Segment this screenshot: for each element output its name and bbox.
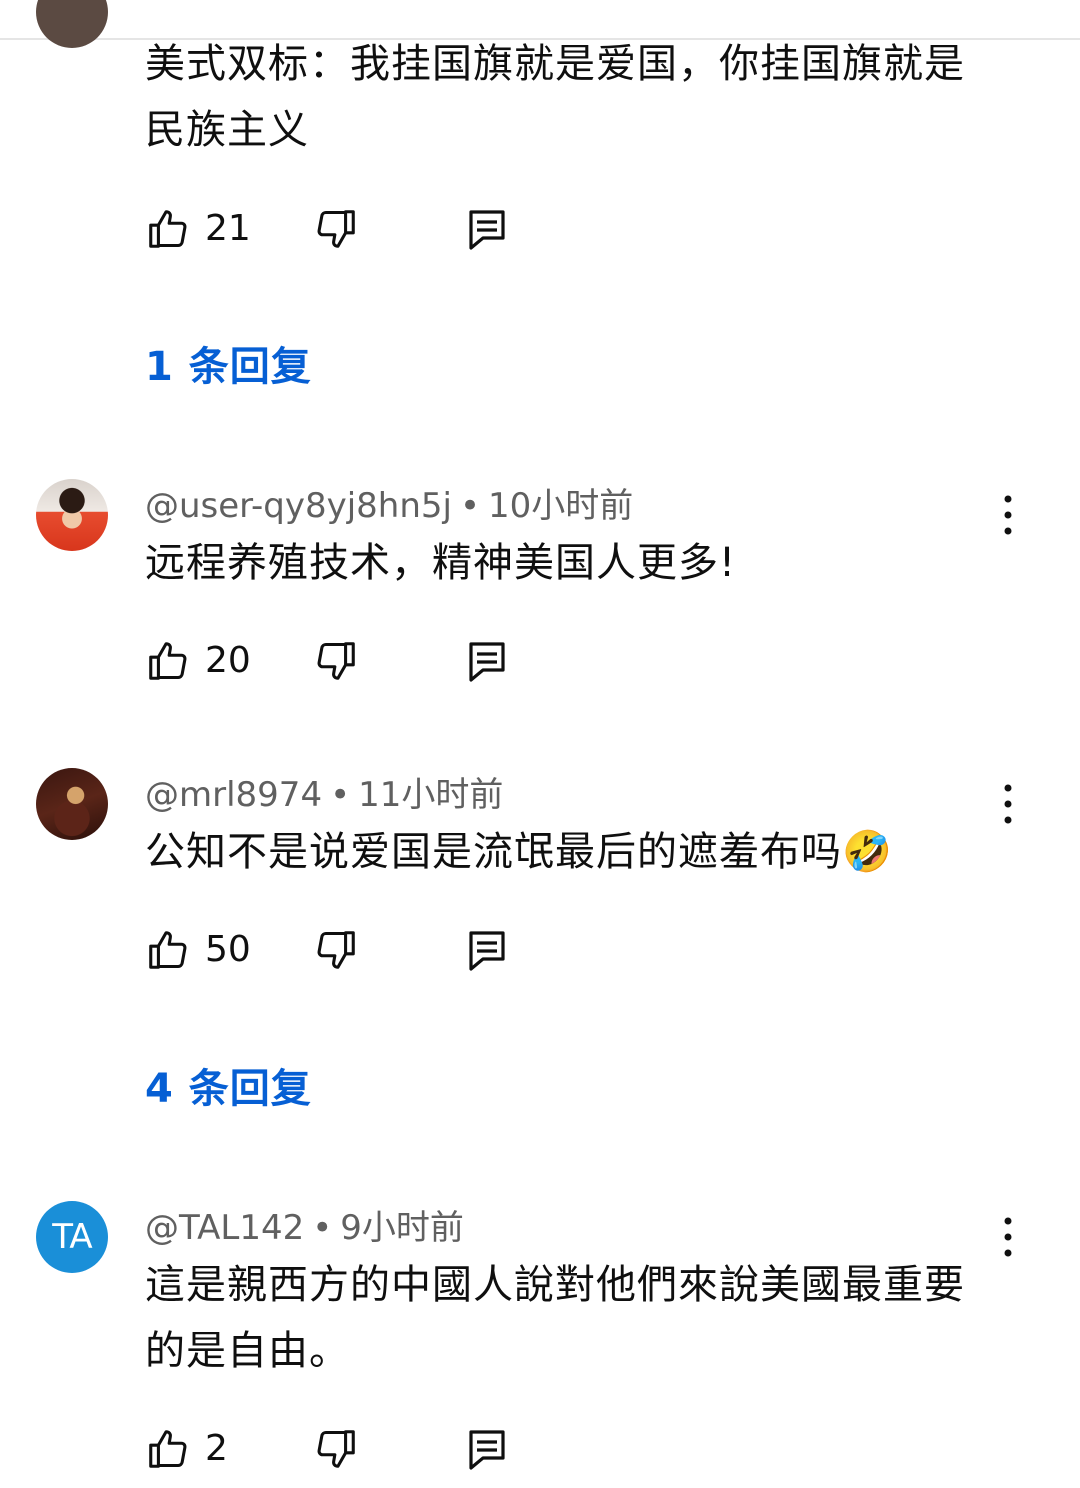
comment-actions: 21: [145, 206, 545, 256]
avatar[interactable]: [36, 768, 108, 840]
timestamp: 9小时前: [340, 1208, 464, 1248]
author-name[interactable]: @user-qy8yj8hn5j: [145, 486, 452, 526]
reply-icon: [469, 642, 505, 682]
dislike-button[interactable]: [313, 206, 359, 252]
thumb-up-icon: [149, 642, 187, 680]
reply-button[interactable]: [467, 638, 507, 684]
dislike-button[interactable]: [313, 1426, 359, 1472]
comment-meta: @mrl8974 • 11小时前: [145, 767, 503, 816]
separator: •: [459, 486, 481, 526]
thumb-up-icon: [149, 931, 187, 969]
comment-meta: @user-qy8yj8hn5j • 10小时前: [145, 478, 633, 527]
like-button[interactable]: [145, 206, 191, 252]
separator: •: [330, 775, 351, 815]
thumb-down-icon: [317, 1430, 355, 1468]
comment-actions: 50: [145, 927, 545, 977]
comment-actions: 2: [145, 1426, 545, 1476]
reply-button[interactable]: [467, 927, 507, 973]
like-button[interactable]: [145, 927, 191, 973]
comment-actions: 20: [145, 638, 545, 688]
replies-link[interactable]: 1 条回复: [145, 334, 312, 392]
dislike-button[interactable]: [313, 927, 359, 973]
author-name[interactable]: @mrl8974: [145, 775, 322, 815]
reply-icon: [469, 931, 505, 971]
comment-text: 美式双标：我挂国旗就是爱国，你挂国旗就是民族主义: [145, 41, 965, 153]
comment-text: 這是親西方的中國人說對他們來說美國最重要的是自由。: [145, 1262, 965, 1374]
avatar[interactable]: [36, 479, 108, 551]
separator: •: [312, 1208, 333, 1248]
comment-meta: @TAL142 • 9小时前: [145, 1200, 464, 1249]
like-count: 21: [205, 208, 251, 249]
reply-icon: [469, 1430, 505, 1470]
like-button[interactable]: [145, 1426, 191, 1472]
thumb-down-icon: [317, 642, 355, 680]
thumb-down-icon: [317, 931, 355, 969]
author-name[interactable]: @TAL142: [145, 1208, 304, 1248]
avatar[interactable]: [36, 0, 108, 48]
like-count: 2: [205, 1428, 228, 1469]
reply-button[interactable]: [467, 1426, 507, 1472]
like-button[interactable]: [145, 638, 191, 684]
thumb-down-icon: [317, 210, 355, 248]
dislike-button[interactable]: [313, 638, 359, 684]
comment-text: 远程养殖技术，精神美国人更多!: [145, 540, 737, 586]
avatar[interactable]: TA: [36, 1201, 108, 1273]
replies-link[interactable]: 4 条回复: [145, 1056, 312, 1114]
timestamp: 11小时前: [358, 775, 504, 815]
timestamp: 10小时前: [488, 486, 634, 526]
like-count: 50: [205, 929, 251, 970]
like-count: 20: [205, 640, 251, 681]
reply-button[interactable]: [467, 206, 507, 252]
thumb-up-icon: [149, 1430, 187, 1468]
comment-text: 公知不是说爱国是流氓最后的遮羞布吗🤣: [145, 829, 893, 875]
thumb-up-icon: [149, 210, 187, 248]
reply-icon: [469, 210, 505, 250]
